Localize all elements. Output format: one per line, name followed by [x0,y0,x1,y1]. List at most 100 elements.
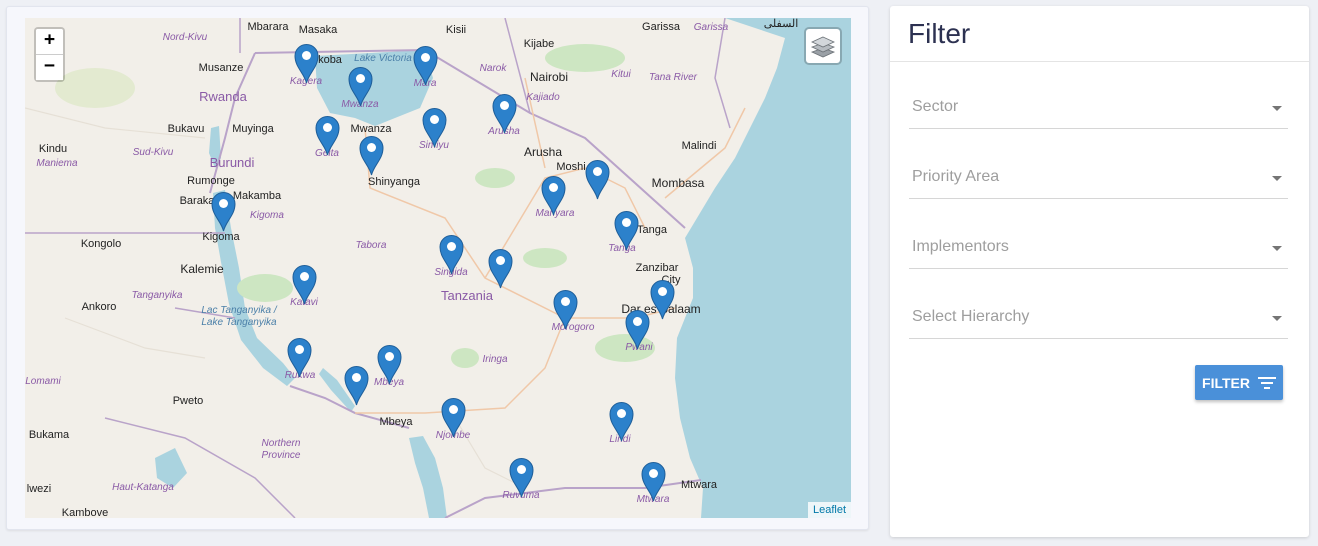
layers-button[interactable] [804,27,842,65]
place-label: Kijabe [523,38,555,50]
region-label: Nord-Kivu [162,32,208,43]
map-marker-icon[interactable] [315,115,340,156]
region-label: Tanganyika [131,290,183,301]
region-label: Maniema [36,158,78,169]
place-label: Baraka [179,195,215,207]
select-placeholder: Sector [912,98,959,115]
place-label: Makamba [232,190,282,202]
map-marker-icon[interactable] [292,264,317,305]
place-label: Kongolo [80,238,122,250]
zoom-in-button[interactable]: + [36,29,63,55]
place-label: Kambove [61,507,109,518]
country-label: Burundi [209,155,255,170]
map-marker-icon[interactable] [614,210,639,251]
filter-list-icon [1257,376,1276,389]
region-label: Northern [261,438,301,449]
place-label: Bukavu [167,123,205,135]
map-marker-icon[interactable] [439,234,464,275]
place-label: Muyinga [232,123,274,135]
place-label: Masaka [298,24,338,36]
map-marker-icon[interactable] [488,248,513,289]
select-placeholder: Implementors [912,238,1009,255]
place-label: Moshi [556,161,586,173]
place-label: السفلى [763,18,799,30]
region-label: Kitui [611,69,631,80]
map-marker-icon[interactable] [348,66,373,107]
map-marker-icon[interactable] [641,461,666,502]
region-label: Narok [479,63,507,74]
select-placeholder: Priority Area [912,168,1000,185]
map-marker-icon[interactable] [359,135,384,176]
place-label: lwezi [26,483,52,495]
map-marker-icon[interactable] [377,344,402,385]
map-marker-icon[interactable] [609,401,634,442]
water-label: Lake Victoria [354,53,412,64]
map-marker-icon[interactable] [492,93,517,134]
attribution-link[interactable]: Leaflet [807,502,851,518]
region-label: Kajiado [526,92,560,103]
place-label: Mombasa [651,176,705,190]
map-marker-icon[interactable] [541,175,566,216]
place-label: Rumonge [187,175,235,187]
filter-button[interactable]: FILTER [1195,365,1283,400]
place-label: Mbeya [379,416,413,428]
map-marker-icon[interactable] [287,337,312,378]
region-label: Province [261,450,301,461]
place-label: Malindi [681,140,717,152]
place-label: koba [318,54,342,66]
place-label: Ankoro [81,301,117,313]
caret-down-icon [1272,246,1282,251]
priority-area-select[interactable]: Priority Area [909,162,1288,199]
place-label: Arusha [523,145,563,159]
map-marker-icon[interactable] [509,457,534,498]
map-marker-icon[interactable] [294,43,319,84]
region-label: Lomami [25,376,61,387]
place-label: Shinyanga [368,176,420,188]
region-label: Haut-Katanga [112,482,174,493]
caret-down-icon [1272,176,1282,181]
map-marker-icon[interactable] [625,309,650,350]
place-label: Kisii [445,24,467,36]
region-label: Kigoma [250,210,284,221]
map-marker-icon[interactable] [422,107,447,148]
zoom-out-button[interactable]: − [36,55,63,80]
sector-select[interactable]: Sector [909,92,1288,129]
region-label: Tana River [649,72,697,83]
place-label: Mtwara [680,479,718,491]
caret-down-icon [1272,316,1282,321]
divider [890,61,1309,62]
water-label: Lac Tanganyika / [201,305,277,316]
panel-title: Filter [908,18,971,49]
water-label: Lake Tanganyika [201,317,277,328]
map-marker-icon[interactable] [650,279,675,320]
filter-button-label: FILTER [1202,374,1250,391]
place-label: Mwanza [350,123,392,135]
region-label: Sud-Kivu [132,147,174,158]
hierarchy-select[interactable]: Select Hierarchy [909,302,1288,339]
place-label: Kigoma [202,231,240,243]
place-label: Nairobi [529,70,569,84]
map-marker-icon[interactable] [553,289,578,330]
place-label: Garissa [642,21,680,33]
map-marker-icon[interactable] [585,159,610,200]
map-view[interactable]: Mbarara Masaka Kisii Kijabe Garissa Gari… [25,18,851,518]
map-card: Mbarara Masaka Kisii Kijabe Garissa Gari… [6,6,869,530]
place-label: Musanze [198,62,244,74]
place-label: Pweto [172,395,204,407]
caret-down-icon [1272,106,1282,111]
map-marker-icon[interactable] [441,397,466,438]
region-label: Garissa [693,22,729,33]
country-label: Tanzania [440,288,494,303]
map-marker-icon[interactable] [413,45,438,86]
place-label: Zanzibar [635,262,679,274]
map-marker-icon[interactable] [211,191,236,232]
region-label: Tabora [355,240,387,251]
country-label: Rwanda [199,89,247,104]
place-label: Kindu [38,143,68,155]
filter-panel: Filter Sector Priority Area Implementors… [890,6,1309,537]
region-label: Iringa [482,354,508,365]
implementors-select[interactable]: Implementors [909,232,1288,269]
place-label: Bukama [28,429,70,441]
map-marker-icon[interactable] [344,365,369,406]
select-placeholder: Select Hierarchy [912,308,1030,325]
